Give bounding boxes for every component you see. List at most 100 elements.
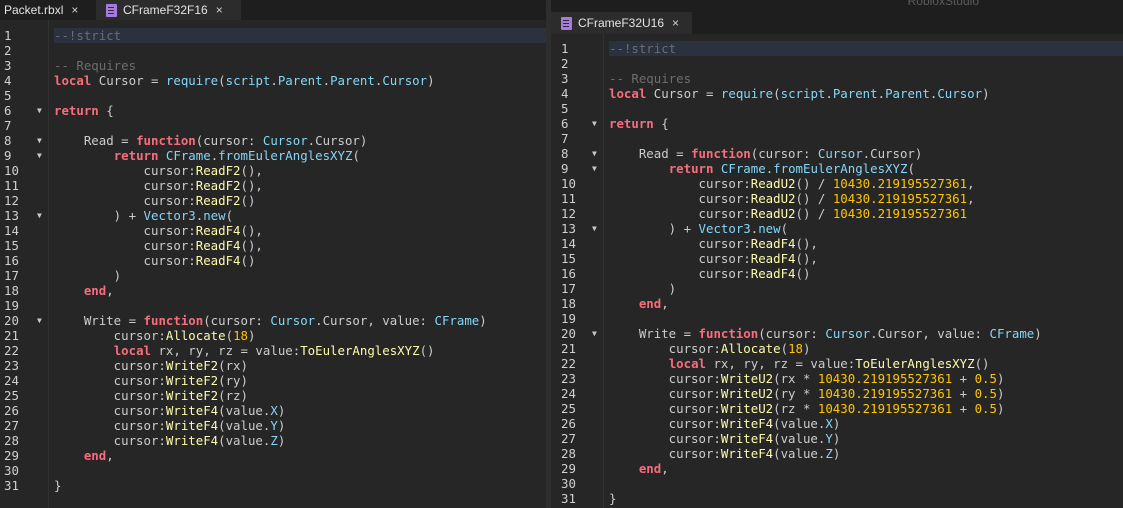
- line-number: 11: [561, 191, 576, 206]
- code-token: cursor:: [54, 433, 166, 448]
- code-line[interactable]: 3 -- Requires: [551, 71, 1123, 86]
- code-line[interactable]: 11 cursor:ReadU2() / 10430.219195527361,: [551, 191, 1123, 206]
- code-line[interactable]: 17 ): [551, 281, 1123, 296]
- code-token: 0.5: [974, 386, 997, 401]
- code-line[interactable]: 6 ▼ return {: [0, 103, 546, 118]
- fold-arrow-icon[interactable]: ▼: [37, 313, 42, 328]
- code-line[interactable]: 13 ▼ ) + Vector3.new(: [0, 208, 546, 223]
- fold-arrow-icon[interactable]: ▼: [592, 326, 597, 341]
- code-line[interactable]: 20 ▼ Write = function(cursor: Cursor.Curs…: [551, 326, 1123, 341]
- code-token: Parent: [277, 73, 323, 88]
- code-line[interactable]: 19: [0, 298, 546, 313]
- code-line[interactable]: 1 --!strict: [0, 28, 546, 43]
- code-line[interactable]: 29 end,: [0, 448, 546, 463]
- code-line[interactable]: 8 ▼ Read = function(cursor: Cursor.Cursor…: [0, 133, 546, 148]
- close-icon[interactable]: ×: [216, 3, 223, 17]
- code-line[interactable]: 25 cursor:WriteF2(rz): [0, 388, 546, 403]
- code-line[interactable]: 7: [551, 131, 1123, 146]
- code-line[interactable]: 31}: [551, 491, 1123, 506]
- line-number: 17: [561, 281, 576, 296]
- code-line[interactable]: 14 cursor:ReadF4(),: [0, 223, 546, 238]
- code-line[interactable]: 28 cursor:WriteF4(value.Z): [0, 433, 546, 448]
- line-number: 8: [4, 133, 12, 148]
- code-line[interactable]: 10 cursor:ReadU2() / 10430.219195527361,: [551, 176, 1123, 191]
- code-line[interactable]: 6 ▼ return {: [551, 116, 1123, 131]
- code-line[interactable]: 19: [551, 311, 1123, 326]
- code-line[interactable]: 22 local rx, ry, rz = value:ToEulerAngle…: [551, 356, 1123, 371]
- code-line[interactable]: 3 -- Requires: [0, 58, 546, 73]
- code-editor[interactable]: 1 --!strict 2 3 -- Requires 4 local Cursor = r…: [551, 34, 1123, 508]
- code-line[interactable]: 4 local Cursor = require(script.Parent.Pa…: [551, 86, 1123, 101]
- tab-cframef32u16[interactable]: CFrameF32U16 ×: [551, 12, 692, 34]
- fold-arrow-icon[interactable]: ▼: [592, 161, 597, 176]
- code-line[interactable]: 9 ▼ return CFrame.fromEulerAnglesXYZ(: [551, 161, 1123, 176]
- code-token: ): [247, 328, 256, 343]
- code-line[interactable]: 13 ▼ ) + Vector3.new(: [551, 221, 1123, 236]
- code-line[interactable]: 15 cursor:ReadF4(),: [551, 251, 1123, 266]
- code-line[interactable]: 31}: [0, 478, 546, 493]
- code-line[interactable]: 27 cursor:WriteF4(value.Y): [551, 431, 1123, 446]
- code-line[interactable]: 25 cursor:WriteU2(rz * 10430.21919552736…: [551, 401, 1123, 416]
- code-line[interactable]: 2: [0, 43, 546, 58]
- code-text: cursor:ReadF4(),: [54, 223, 263, 238]
- code-line[interactable]: 23 cursor:WriteF2(rx): [0, 358, 546, 373]
- code-line[interactable]: 26 cursor:WriteF4(value.X): [551, 416, 1123, 431]
- code-line[interactable]: 21 cursor:Allocate(18): [0, 328, 546, 343]
- code-line[interactable]: 26 cursor:WriteF4(value.X): [0, 403, 546, 418]
- close-icon[interactable]: ×: [672, 16, 679, 30]
- code-line[interactable]: 28 cursor:WriteF4(value.Z): [551, 446, 1123, 461]
- code-line[interactable]: 22 local rx, ry, rz = value:ToEulerAngle…: [0, 343, 546, 358]
- code-line[interactable]: 29 end,: [551, 461, 1123, 476]
- code-line[interactable]: 15 cursor:ReadF4(),: [0, 238, 546, 253]
- left-tab-bar: Packet.rbxl × CFrameF32F16 ×: [0, 0, 546, 20]
- code-line[interactable]: 7: [0, 118, 546, 133]
- code-line[interactable]: 12 cursor:ReadF2(): [0, 193, 546, 208]
- script-icon: [561, 16, 572, 30]
- fold-arrow-icon[interactable]: ▼: [37, 208, 42, 223]
- code-text: cursor:WriteF2(rx): [54, 358, 248, 373]
- code-line[interactable]: 21 cursor:Allocate(18): [551, 341, 1123, 356]
- fold-arrow-icon[interactable]: ▼: [592, 146, 597, 161]
- code-line[interactable]: 11 cursor:ReadF2(),: [0, 178, 546, 193]
- code-editor[interactable]: 1 --!strict 2 3 -- Requires 4 local Cursor = r…: [0, 20, 546, 508]
- code-line[interactable]: 14 cursor:ReadF4(),: [551, 236, 1123, 251]
- code-token: cursor:: [54, 358, 166, 373]
- fold-arrow-icon[interactable]: ▼: [37, 133, 42, 148]
- code-line[interactable]: 8 ▼ Read = function(cursor: Cursor.Cursor…: [551, 146, 1123, 161]
- code-line[interactable]: 4 local Cursor = require(script.Parent.Pa…: [0, 73, 546, 88]
- code-token: cursor:: [609, 446, 721, 461]
- code-token: (): [419, 343, 435, 358]
- line-number: 9: [561, 161, 569, 176]
- line-number: 2: [561, 56, 569, 71]
- code-line[interactable]: 10 cursor:ReadF2(),: [0, 163, 546, 178]
- code-line[interactable]: 17 ): [0, 268, 546, 283]
- line-number: 12: [4, 193, 19, 208]
- code-line[interactable]: 23 cursor:WriteU2(rx * 10430.21919552736…: [551, 371, 1123, 386]
- code-line[interactable]: 16 cursor:ReadF4(): [0, 253, 546, 268]
- code-line[interactable]: 20 ▼ Write = function(cursor: Cursor.Curs…: [0, 313, 546, 328]
- fold-arrow-icon[interactable]: ▼: [592, 221, 597, 236]
- code-line[interactable]: 24 cursor:WriteU2(ry * 10430.21919552736…: [551, 386, 1123, 401]
- fold-arrow-icon[interactable]: ▼: [37, 148, 42, 163]
- code-line[interactable]: 12 cursor:ReadU2() / 10430.219195527361: [551, 206, 1123, 221]
- code-line[interactable]: 9 ▼ return CFrame.fromEulerAnglesXYZ(: [0, 148, 546, 163]
- code-line[interactable]: 27 cursor:WriteF4(value.Y): [0, 418, 546, 433]
- code-line[interactable]: 30: [0, 463, 546, 478]
- close-icon[interactable]: ×: [71, 3, 78, 17]
- code-line[interactable]: 18 end,: [551, 296, 1123, 311]
- code-token: ): [802, 341, 811, 356]
- code-line[interactable]: 5: [0, 88, 546, 103]
- code-text: ) + Vector3.new(: [54, 208, 233, 223]
- fold-arrow-icon[interactable]: ▼: [592, 116, 597, 131]
- code-line[interactable]: 24 cursor:WriteF2(ry): [0, 373, 546, 388]
- tab-label: Packet.rbxl: [4, 3, 64, 17]
- code-line[interactable]: 1 --!strict: [551, 41, 1123, 56]
- code-line[interactable]: 30: [551, 476, 1123, 491]
- code-line[interactable]: 16 cursor:ReadF4(): [551, 266, 1123, 281]
- tab-cframef32f16[interactable]: CFrameF32F16 ×: [96, 0, 241, 20]
- fold-arrow-icon[interactable]: ▼: [37, 103, 42, 118]
- code-line[interactable]: 18 end,: [0, 283, 546, 298]
- tab-packet-rbxl[interactable]: Packet.rbxl ×: [0, 0, 96, 20]
- code-line[interactable]: 2: [551, 56, 1123, 71]
- code-line[interactable]: 5: [551, 101, 1123, 116]
